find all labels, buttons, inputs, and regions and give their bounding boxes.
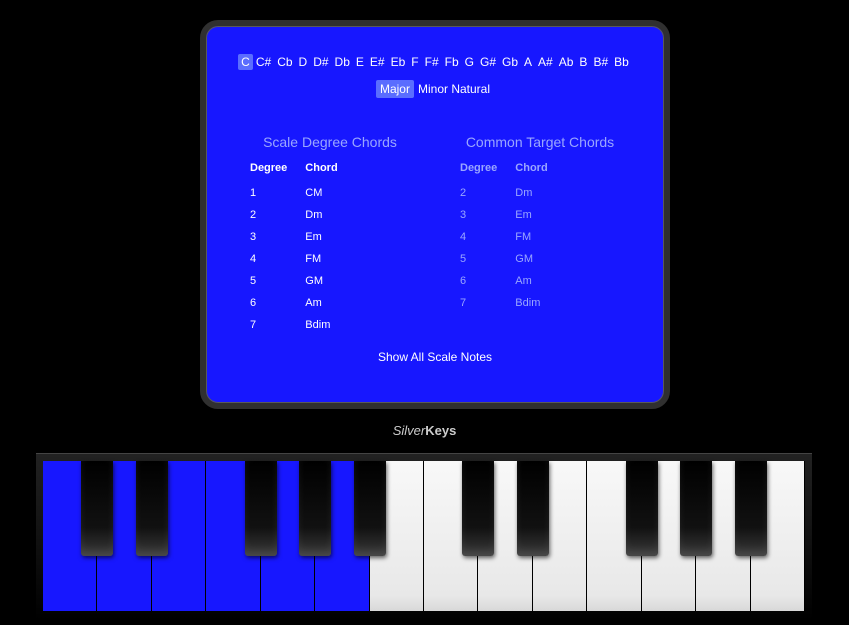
table-row[interactable]: 7Bdim <box>250 314 356 336</box>
degree-cell: 4 <box>250 248 305 270</box>
table-row[interactable]: 6Am <box>250 292 356 314</box>
degree-cell: 3 <box>250 226 305 248</box>
app-brand: SilverKeys <box>0 423 849 438</box>
black-key[interactable] <box>626 461 658 556</box>
degree-cell: 1 <box>250 182 305 204</box>
mode-option-minor-natural[interactable]: Minor Natural <box>414 80 494 98</box>
scale-mode-selector: MajorMinor Natural <box>222 80 648 98</box>
show-all-scale-notes-button[interactable]: Show All Scale Notes <box>222 350 648 364</box>
degree-cell: 7 <box>250 314 305 336</box>
degree-cell: 5 <box>250 270 305 292</box>
chord-cell: FM <box>305 248 355 270</box>
chord-cell: Am <box>515 270 565 292</box>
note-option-Bsharp[interactable]: B# <box>590 54 611 70</box>
table-row[interactable]: 7Bdim <box>460 292 566 314</box>
degree-cell: 2 <box>250 204 305 226</box>
degree-cell: 2 <box>460 182 515 204</box>
brand-suffix: Keys <box>425 423 456 438</box>
note-option-Eflat[interactable]: Eb <box>388 54 409 70</box>
degree-cell: 6 <box>460 270 515 292</box>
note-option-G[interactable]: G <box>462 54 477 70</box>
chord-cell: FM <box>515 226 565 248</box>
degree-cell: 5 <box>460 248 515 270</box>
black-key[interactable] <box>136 461 168 556</box>
note-option-E[interactable]: E <box>353 54 367 70</box>
note-option-Gflat[interactable]: Gb <box>499 54 521 70</box>
table-row[interactable]: 2Dm <box>250 204 356 226</box>
chord-cell: Am <box>305 292 355 314</box>
root-note-selector: CC#CbDD#DbEE#EbFF#FbGG#GbAA#AbBB#Bb <box>222 54 648 70</box>
black-key[interactable] <box>462 461 494 556</box>
common-target-chords-table: Degree Chord 2Dm3Em4FM5GM6Am7Bdim <box>460 158 566 314</box>
degree-cell: 3 <box>460 204 515 226</box>
note-option-Bflat[interactable]: Bb <box>611 54 632 70</box>
note-option-Aflat[interactable]: Ab <box>556 54 577 70</box>
black-key[interactable] <box>680 461 712 556</box>
note-option-D[interactable]: D <box>296 54 311 70</box>
brand-prefix: Silver <box>393 423 426 438</box>
note-option-Fflat[interactable]: Fb <box>442 54 462 70</box>
chord-cell: Bdim <box>305 314 355 336</box>
table-row[interactable]: 3Em <box>250 226 356 248</box>
degree-cell: 6 <box>250 292 305 314</box>
note-option-A[interactable]: A <box>521 54 535 70</box>
keyboard-container <box>36 453 812 621</box>
scale-degree-chords-table: Degree Chord 1CM2Dm3Em4FM5GM6Am7Bdim <box>250 158 356 336</box>
common-target-chords-section: Common Target Chords Degree Chord 2Dm3Em… <box>460 134 620 336</box>
chord-cell: Em <box>305 226 355 248</box>
table-row[interactable]: 1CM <box>250 182 356 204</box>
table-row[interactable]: 5GM <box>250 270 356 292</box>
col-chord-header: Chord <box>515 158 565 182</box>
chord-cell: Dm <box>305 204 355 226</box>
degree-cell: 4 <box>460 226 515 248</box>
black-key[interactable] <box>354 461 386 556</box>
table-row[interactable]: 4FM <box>460 226 566 248</box>
piano-keyboard <box>43 461 805 611</box>
table-row[interactable]: 6Am <box>460 270 566 292</box>
table-row[interactable]: 2Dm <box>460 182 566 204</box>
chord-cell: Bdim <box>515 292 565 314</box>
scale-degree-chords-title: Scale Degree Chords <box>250 134 410 150</box>
col-degree-header: Degree <box>250 158 305 182</box>
control-panel: CC#CbDD#DbEE#EbFF#FbGG#GbAA#AbBB#Bb Majo… <box>200 20 670 409</box>
note-option-B[interactable]: B <box>576 54 590 70</box>
chord-cell: Dm <box>515 182 565 204</box>
chord-cell: CM <box>305 182 355 204</box>
table-row[interactable]: 3Em <box>460 204 566 226</box>
mode-option-major[interactable]: Major <box>376 80 414 98</box>
chord-cell: GM <box>305 270 355 292</box>
note-option-Fsharp[interactable]: F# <box>422 54 442 70</box>
black-key[interactable] <box>299 461 331 556</box>
common-target-chords-title: Common Target Chords <box>460 134 620 150</box>
col-degree-header: Degree <box>460 158 515 182</box>
note-option-F[interactable]: F <box>408 54 421 70</box>
degree-cell: 7 <box>460 292 515 314</box>
note-option-Cflat[interactable]: Cb <box>274 54 295 70</box>
note-option-Dsharp[interactable]: D# <box>310 54 331 70</box>
note-option-Dflat[interactable]: Db <box>332 54 353 70</box>
note-option-Asharp[interactable]: A# <box>535 54 556 70</box>
scale-degree-chords-section: Scale Degree Chords Degree Chord 1CM2Dm3… <box>250 134 410 336</box>
table-row[interactable]: 5GM <box>460 248 566 270</box>
black-key[interactable] <box>245 461 277 556</box>
note-option-Esharp[interactable]: E# <box>367 54 388 70</box>
note-option-Gsharp[interactable]: G# <box>477 54 499 70</box>
black-key[interactable] <box>735 461 767 556</box>
chord-cell: GM <box>515 248 565 270</box>
note-option-Csharp[interactable]: C# <box>253 54 274 70</box>
black-key[interactable] <box>517 461 549 556</box>
note-option-C[interactable]: C <box>238 54 253 70</box>
black-key[interactable] <box>81 461 113 556</box>
col-chord-header: Chord <box>305 158 355 182</box>
table-row[interactable]: 4FM <box>250 248 356 270</box>
chord-cell: Em <box>515 204 565 226</box>
